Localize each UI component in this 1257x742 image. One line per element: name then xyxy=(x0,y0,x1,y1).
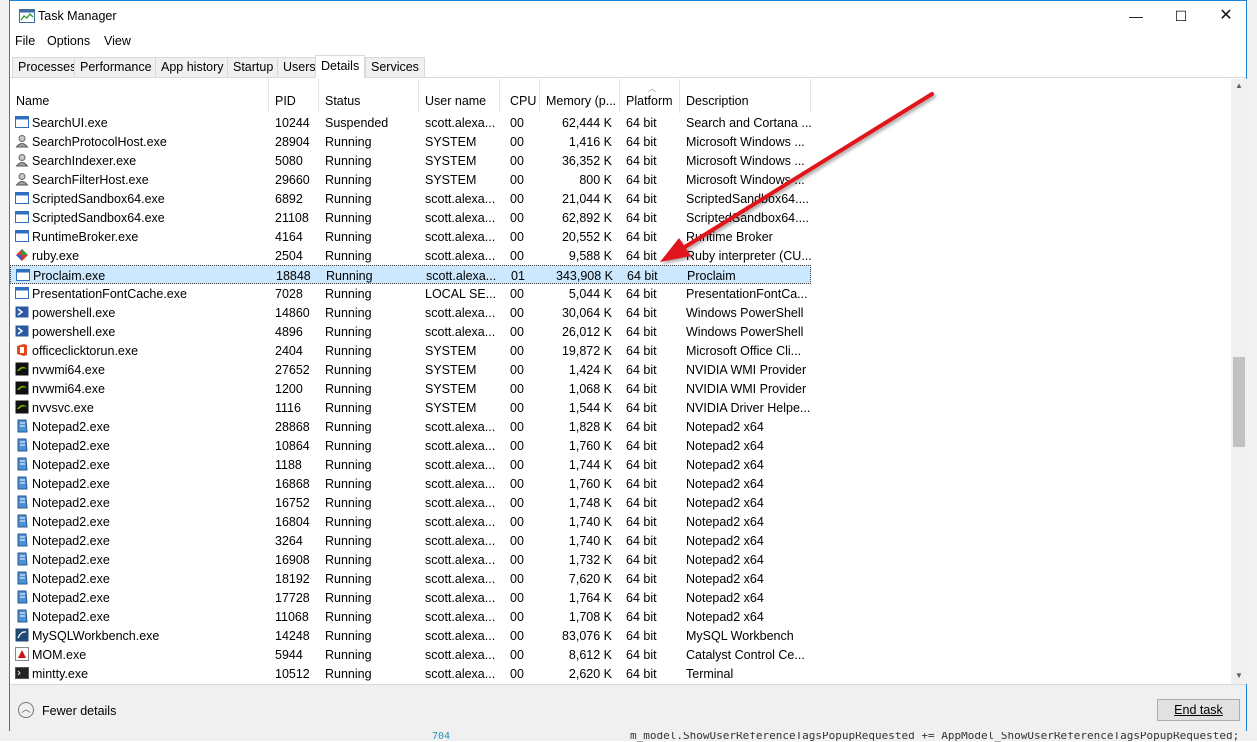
red-arrow-icon xyxy=(660,92,934,262)
annotation-arrow xyxy=(660,92,934,262)
